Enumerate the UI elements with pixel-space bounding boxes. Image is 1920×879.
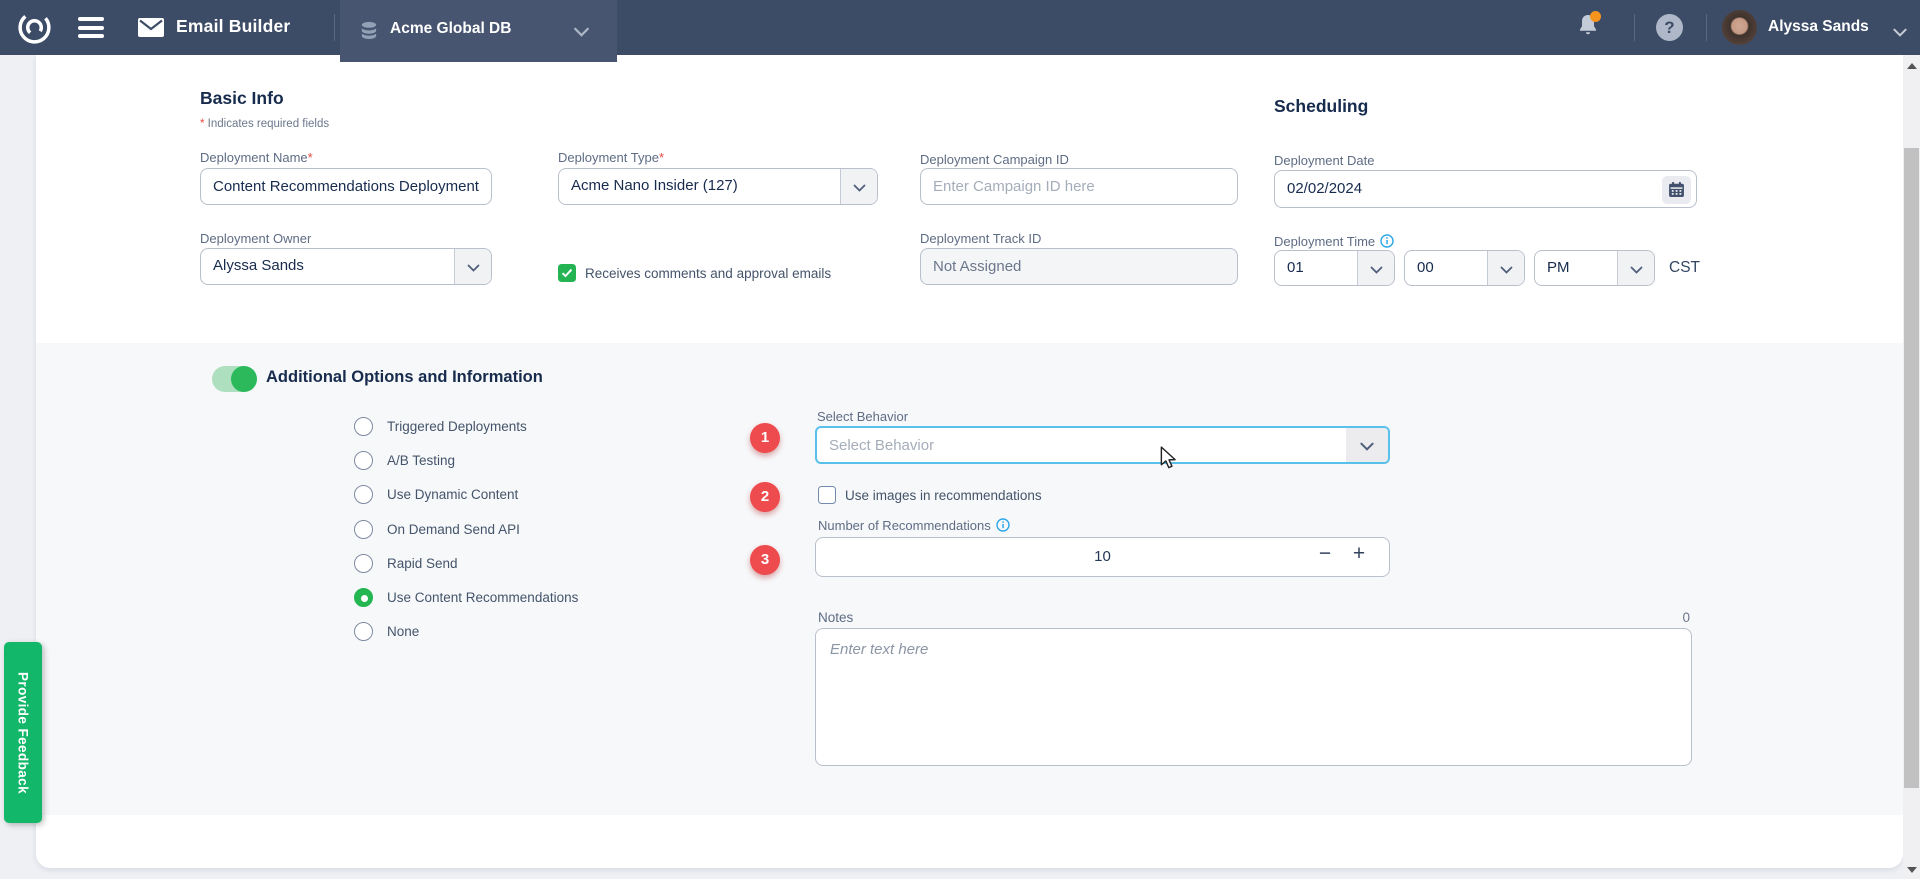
scheduling-heading: Scheduling [1274,96,1368,117]
receives-emails-checkbox[interactable] [558,264,576,282]
top-navbar: Email Builder Acme Global DB ? Alyssa Sa… [0,0,1920,55]
radio-icon [354,417,373,436]
hamburger-menu-icon[interactable] [78,17,104,38]
select-behavior-placeholder: Select Behavior [829,437,934,454]
receives-emails-label[interactable]: Receives comments and approval emails [585,266,831,281]
radio-icon [354,554,373,573]
app-title: Email Builder [176,16,290,37]
radio-icon [354,451,373,470]
vertical-scrollbar[interactable] [1903,55,1920,879]
email-icon [138,18,164,37]
use-images-label[interactable]: Use images in recommendations [845,488,1042,503]
deployment-campaign-id-input[interactable] [920,168,1238,205]
recommendations-stepper: 10 − + [815,537,1390,577]
increment-button[interactable]: + [1347,542,1371,566]
email-builder-page: Email Builder Acme Global DB ? Alyssa Sa… [0,0,1920,879]
chevron-down-icon[interactable] [840,169,877,204]
user-name[interactable]: Alyssa Sands [1768,18,1869,36]
database-name: Acme Global DB [390,20,511,38]
chevron-down-icon[interactable] [1487,251,1524,285]
select-behavior-dropdown[interactable]: Select Behavior [815,426,1390,464]
radio-icon [354,520,373,539]
database-selector[interactable]: Acme Global DB [340,0,617,62]
deployment-track-id-field: Not Assigned [920,248,1238,285]
check-icon [561,268,573,278]
deployment-type-label: Deployment Type* [558,150,664,165]
notifications-bell-icon[interactable] [1576,13,1602,43]
scroll-up-arrow-icon[interactable] [1907,63,1917,69]
chevron-down-icon[interactable] [454,249,491,284]
use-images-checkbox[interactable] [818,486,836,504]
time-hour-select[interactable]: 01 [1274,250,1395,286]
notes-textarea[interactable] [815,628,1692,766]
select-behavior-label: Select Behavior [817,409,908,424]
required-fields-note: * Indicates required fields [200,118,329,130]
timezone-label: CST [1669,259,1700,277]
deployment-type-select[interactable]: Acme Nano Insider (127) [558,168,878,205]
deployment-owner-label: Deployment Owner [200,231,311,246]
notification-badge [1590,11,1601,22]
scroll-down-arrow-icon[interactable] [1907,867,1917,873]
navbar-divider [1634,14,1635,41]
deployment-track-id-label: Deployment Track ID [920,231,1041,246]
deployment-name-input[interactable] [200,168,492,205]
user-avatar[interactable] [1722,10,1757,45]
deployment-date-label: Deployment Date [1274,153,1374,168]
chevron-down-icon[interactable] [1893,24,1907,42]
help-icon[interactable]: ? [1656,14,1683,41]
radio-icon [354,485,373,504]
deployment-name-label: Deployment Name* [200,150,313,165]
radio-selected-icon [354,588,373,607]
info-icon[interactable] [1380,234,1394,251]
chevron-down-icon[interactable] [1617,251,1654,285]
calendar-icon[interactable] [1662,176,1691,204]
app-logo-icon[interactable] [16,9,53,46]
step-badge-2: 2 [750,482,780,512]
notes-char-count: 0 [1630,610,1690,625]
recommendations-value[interactable]: 10 [816,548,1389,565]
chevron-down-icon[interactable] [1346,428,1388,462]
additional-options-toggle[interactable] [212,366,256,392]
deployment-date-field[interactable]: 02/02/2024 [1274,170,1697,208]
database-icon [358,20,380,42]
time-meridiem-select[interactable]: PM [1534,250,1655,286]
notes-label: Notes [818,610,853,625]
deployment-campaign-id-label: Deployment Campaign ID [920,152,1069,167]
step-badge-3: 3 [750,545,780,575]
navbar-divider [1706,14,1707,41]
chevron-down-icon [574,24,589,42]
radio-icon [354,622,373,641]
basic-info-heading: Basic Info [200,88,284,109]
deployment-owner-select[interactable]: Alyssa Sands [200,248,492,285]
number-of-recommendations-label: Number of Recommendations [818,518,1010,535]
toggle-knob [231,366,257,392]
navbar-divider [334,14,335,41]
additional-options-heading: Additional Options and Information [266,368,543,387]
info-icon[interactable] [996,518,1010,535]
time-minute-select[interactable]: 00 [1404,250,1525,286]
step-badge-1: 1 [750,423,780,453]
scrollbar-thumb[interactable] [1904,148,1919,788]
chevron-down-icon[interactable] [1357,251,1394,285]
deployment-time-label: Deployment Time [1274,234,1394,251]
provide-feedback-button[interactable]: Provide Feedback [4,642,42,823]
decrement-button[interactable]: − [1313,542,1337,566]
